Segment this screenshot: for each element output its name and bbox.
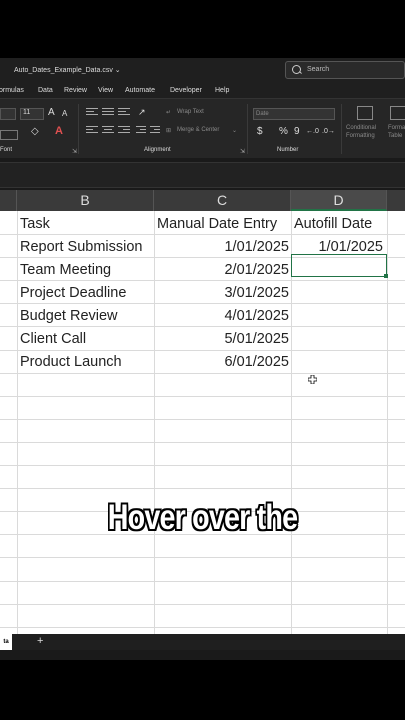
alignment-group-label: Alignment [144, 147, 171, 153]
align-right-icon[interactable] [118, 126, 130, 133]
task-cell[interactable]: Budget Review [20, 305, 118, 327]
decrease-indent-icon[interactable] [136, 126, 146, 133]
number-format-value: Date [256, 111, 269, 117]
ribbon-separator [247, 104, 248, 154]
column-header-d[interactable]: D [291, 190, 387, 211]
middle-align-icon[interactable] [102, 108, 114, 115]
task-cell[interactable]: Project Deadline [20, 282, 126, 304]
manual-date-cell[interactable]: 5/01/2025 [157, 328, 289, 350]
gridline [0, 419, 405, 420]
tab-help[interactable]: Help [215, 87, 229, 94]
font-size-value: 11 [23, 109, 31, 116]
file-name[interactable]: Auto_Dates_Example_Data.csv ⌄ [14, 66, 121, 74]
sheet-tab[interactable]: ta [0, 634, 12, 650]
top-align-icon[interactable] [86, 108, 98, 115]
cell-cursor-icon [308, 375, 317, 384]
ribbon-separator [341, 104, 342, 154]
manual-date-cell[interactable]: 6/01/2025 [157, 351, 289, 373]
wrap-text-icon: ↵ [166, 110, 172, 116]
task-cell[interactable]: Report Submission [20, 236, 143, 258]
manual-date-cell[interactable]: 2/01/2025 [157, 259, 289, 281]
formula-bar[interactable] [0, 162, 405, 188]
fill-color-icon[interactable]: ◇ [31, 126, 39, 137]
tab-review[interactable]: Review [64, 87, 87, 94]
task-cell[interactable]: Client Call [20, 328, 86, 350]
menu-bar [0, 84, 405, 98]
font-color-icon[interactable]: A [55, 125, 63, 137]
column-header-a[interactable] [0, 190, 17, 211]
search-icon [292, 65, 301, 74]
ribbon-separator [78, 104, 79, 154]
tab-data[interactable]: Data [38, 87, 53, 94]
format-as-table-button[interactable]: Format as Table [388, 124, 405, 140]
manual-date-cell[interactable]: 1/01/2025 [157, 236, 289, 258]
decrease-decimal-icon[interactable]: .0→ [322, 128, 335, 135]
gridline [0, 396, 405, 397]
gridline [17, 211, 18, 634]
font-group-label: Font [0, 147, 13, 153]
gridline [0, 604, 405, 605]
wrap-text-button[interactable]: Wrap Text [177, 109, 204, 115]
bottom-align-icon[interactable] [118, 108, 130, 115]
borders-icon[interactable] [0, 130, 18, 140]
manual-date-cell[interactable]: 4/01/2025 [157, 305, 289, 327]
conditional-formatting-button[interactable]: Conditional Formatting [346, 124, 384, 140]
column-header-b[interactable]: B [17, 190, 154, 211]
search-input[interactable] [285, 61, 405, 79]
increase-decimal-icon[interactable]: ←.0 [306, 128, 319, 135]
file-name-label: Auto_Dates_Example_Data.csv [14, 67, 113, 74]
tab-view[interactable]: View [98, 87, 113, 94]
percent-style-icon[interactable]: % [279, 126, 288, 137]
search-placeholder: Search [307, 66, 330, 73]
gridline [154, 211, 155, 634]
gridline [0, 627, 405, 628]
dialog-launcher-icon[interactable]: ⇲ [72, 148, 77, 155]
header-autofill-date[interactable]: Autofill Date [294, 213, 372, 235]
header-manual-date[interactable]: Manual Date Entry [157, 213, 277, 235]
manual-date-cell[interactable]: 3/01/2025 [157, 282, 289, 304]
comma-style-icon[interactable]: 9 [294, 126, 300, 137]
orientation-icon[interactable]: ↗ [138, 107, 146, 118]
decrease-font-icon[interactable]: A [62, 109, 67, 118]
chevron-down-icon[interactable]: ⌄ [232, 127, 237, 134]
font-name-select[interactable] [0, 108, 16, 120]
video-caption: Hover over the [107, 498, 298, 537]
header-task[interactable]: Task [20, 213, 50, 235]
gridline [0, 557, 405, 558]
column-header-c[interactable]: C [154, 190, 291, 211]
font-size-select[interactable]: 11 [20, 108, 44, 120]
increase-indent-icon[interactable] [150, 126, 160, 133]
currency-format-icon[interactable]: $ [257, 126, 263, 137]
tab-developer[interactable]: Developer [170, 87, 202, 94]
gridline [0, 442, 405, 443]
number-group-label: Number [277, 147, 299, 153]
increase-font-icon[interactable]: A [48, 107, 55, 118]
tab-automate[interactable]: Automate [125, 87, 155, 94]
chevron-down-icon: ⌄ [114, 67, 121, 74]
active-cell-selection[interactable] [291, 254, 387, 277]
merge-center-icon: ⊞ [166, 128, 172, 134]
tab-formulas[interactable]: ormulas [0, 87, 24, 94]
gridline [0, 373, 405, 374]
format-as-table-icon[interactable] [390, 106, 405, 120]
add-sheet-button[interactable]: + [37, 635, 43, 647]
status-bar [0, 650, 405, 660]
number-format-select[interactable]: Date [253, 108, 335, 120]
align-left-icon[interactable] [86, 126, 98, 133]
fill-handle[interactable] [384, 274, 388, 278]
align-center-icon[interactable] [102, 126, 114, 133]
gridline [0, 488, 405, 489]
conditional-formatting-icon[interactable] [357, 106, 373, 120]
task-cell[interactable]: Team Meeting [20, 259, 111, 281]
gridline [0, 581, 405, 582]
gridline [0, 465, 405, 466]
task-cell[interactable]: Product Launch [20, 351, 122, 373]
sheet-tabs-bar [0, 634, 405, 650]
dialog-launcher-icon[interactable]: ⇲ [240, 148, 245, 155]
merge-center-button[interactable]: Merge & Center [177, 127, 219, 133]
